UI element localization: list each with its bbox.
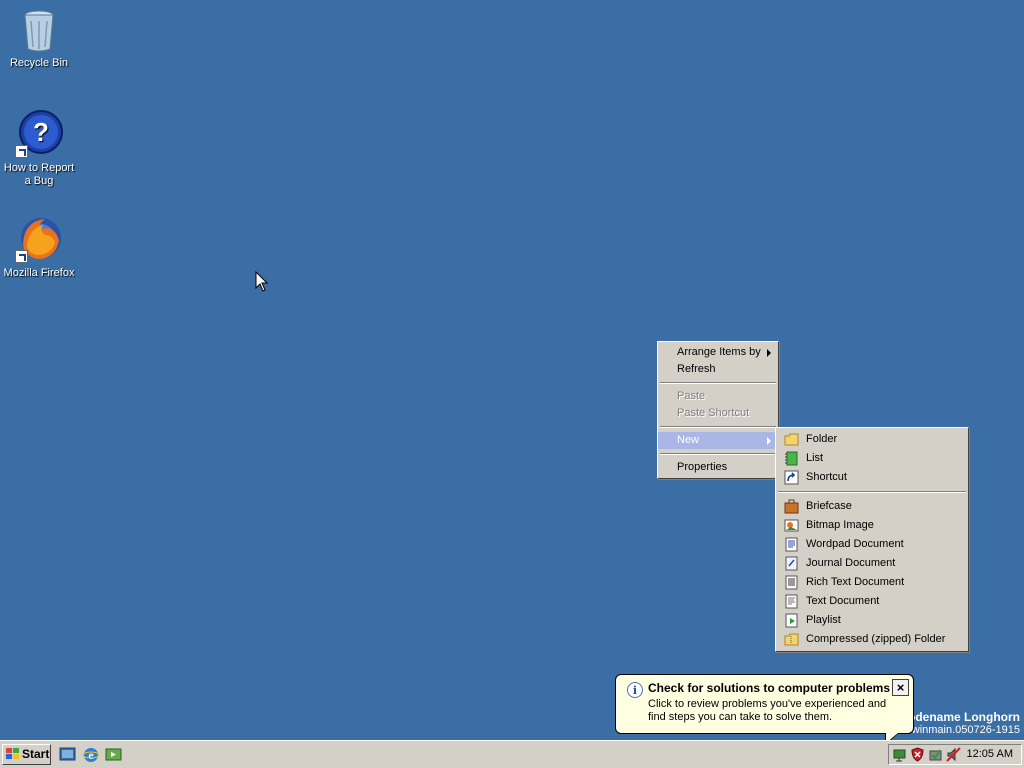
network-icon[interactable] bbox=[892, 747, 907, 762]
briefcase-icon bbox=[784, 499, 799, 514]
journal-document-icon bbox=[785, 556, 798, 571]
firefox-icon bbox=[15, 215, 63, 263]
menu-item-paste-shortcut[interactable]: Paste Shortcut bbox=[658, 405, 778, 422]
desktop-icon-label: Mozilla Firefox bbox=[3, 267, 75, 279]
menu-item-new[interactable]: New bbox=[658, 432, 778, 449]
submenu-item-rich-text[interactable]: Rich Text Document bbox=[776, 573, 968, 592]
menu-item-properties[interactable]: Properties bbox=[658, 459, 778, 476]
submenu-item-wordpad[interactable]: Wordpad Document bbox=[776, 535, 968, 554]
updates-icon[interactable] bbox=[928, 747, 943, 762]
menu-separator bbox=[660, 426, 776, 428]
submenu-item-folder[interactable]: Folder bbox=[776, 430, 968, 449]
submenu-arrow-icon bbox=[767, 437, 771, 445]
menu-separator bbox=[660, 382, 776, 384]
submenu-item-briefcase[interactable]: Briefcase bbox=[776, 497, 968, 516]
media-player-icon[interactable] bbox=[105, 746, 122, 763]
quicklaunch-desktop-icon[interactable] bbox=[59, 746, 76, 763]
info-icon: i bbox=[627, 682, 643, 698]
balloon-text: Click to review problems you've experien… bbox=[648, 698, 887, 723]
desktop-icon-label: How to Report a Bug bbox=[3, 162, 75, 187]
list-icon bbox=[785, 451, 798, 466]
security-shield-icon[interactable] bbox=[910, 747, 925, 762]
menu-item-paste[interactable]: Paste bbox=[658, 388, 778, 405]
menu-item-arrange-items[interactable]: Arrange Items by bbox=[658, 344, 778, 361]
build-watermark-version: winmain.050726-1915 bbox=[911, 724, 1020, 736]
zip-folder-icon bbox=[784, 633, 799, 646]
windows-flag-icon bbox=[6, 748, 19, 759]
submenu-item-shortcut[interactable]: Shortcut bbox=[776, 468, 968, 487]
submenu-item-list[interactable]: List bbox=[776, 449, 968, 468]
svg-text:?: ? bbox=[33, 117, 49, 147]
folder-icon bbox=[784, 433, 799, 446]
shortcut-icon bbox=[784, 470, 799, 485]
text-document-icon bbox=[785, 594, 798, 609]
wordpad-document-icon bbox=[785, 537, 798, 552]
build-watermark-title: odename Longhorn bbox=[908, 710, 1020, 724]
menu-item-refresh[interactable]: Refresh bbox=[658, 361, 778, 378]
help-icon: ? bbox=[15, 110, 63, 158]
internet-explorer-icon[interactable]: e bbox=[82, 746, 99, 763]
shortcut-arrow-icon bbox=[15, 145, 28, 158]
desktop-icon-recycle-bin[interactable]: Recycle Bin bbox=[1, 5, 77, 70]
menu-separator bbox=[778, 491, 966, 493]
desktop[interactable]: Recycle Bin ? How to Report a Bug Mozill… bbox=[0, 0, 1024, 745]
submenu-item-text[interactable]: Text Document bbox=[776, 592, 968, 611]
new-submenu: Folder List Shortcut Briefcase Bitmap Im… bbox=[775, 427, 969, 652]
desktop-context-menu: Arrange Items by Refresh Paste Paste Sho… bbox=[657, 341, 779, 479]
desktop-icon-label: Recycle Bin bbox=[9, 57, 69, 69]
shortcut-arrow-icon bbox=[15, 250, 28, 263]
start-button[interactable]: Start bbox=[2, 744, 51, 765]
system-tray: 12:05 AM bbox=[888, 744, 1022, 765]
desktop-icon-report-bug[interactable]: ? How to Report a Bug bbox=[1, 110, 77, 188]
taskbar: Start e 12:05 AM bbox=[0, 740, 1024, 768]
balloon-title: Check for solutions to computer problems bbox=[648, 681, 891, 695]
svg-text:e: e bbox=[88, 748, 94, 762]
desktop-icon-firefox[interactable]: Mozilla Firefox bbox=[1, 215, 77, 280]
notification-balloon[interactable]: i Check for solutions to computer proble… bbox=[615, 674, 914, 745]
recycle-bin-icon bbox=[15, 5, 63, 53]
rich-text-document-icon bbox=[785, 575, 798, 590]
submenu-arrow-icon bbox=[767, 349, 771, 357]
submenu-item-playlist[interactable]: Playlist bbox=[776, 611, 968, 630]
submenu-item-journal[interactable]: Journal Document bbox=[776, 554, 968, 573]
submenu-item-bitmap[interactable]: Bitmap Image bbox=[776, 516, 968, 535]
balloon-close-button[interactable]: × bbox=[892, 679, 909, 696]
bitmap-image-icon bbox=[784, 519, 799, 532]
playlist-icon bbox=[785, 613, 798, 628]
submenu-item-zip-folder[interactable]: Compressed (zipped) Folder bbox=[776, 630, 968, 649]
taskbar-clock[interactable]: 12:05 AM bbox=[967, 745, 1013, 764]
volume-icon[interactable] bbox=[946, 747, 961, 762]
menu-separator bbox=[660, 453, 776, 455]
